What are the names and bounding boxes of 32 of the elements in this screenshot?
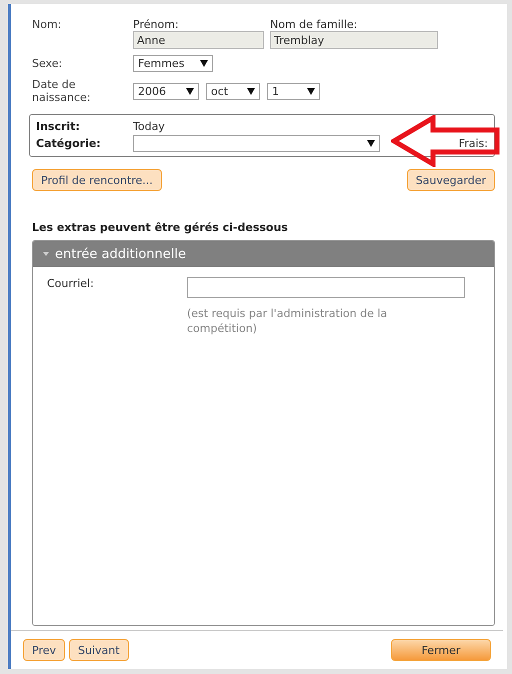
extras-heading: Les extras peuvent être gérés ci-dessous [32, 221, 289, 234]
panel-title: entrée additionnelle [55, 246, 186, 262]
last-name-field[interactable]: Tremblay [270, 31, 438, 49]
caret-icon [186, 88, 194, 94]
year-dropdown[interactable]: 2006 [133, 82, 199, 100]
first-name-field[interactable]: Anne [133, 31, 264, 49]
save-button[interactable]: Sauvegarder [406, 169, 495, 191]
sex-label: Sexe: [32, 57, 64, 70]
previous-button[interactable]: Prev [23, 639, 65, 661]
first-name-label: Prénom: [133, 18, 180, 31]
caret-icon [367, 140, 375, 147]
birth-date-label: Date de naissance: [32, 78, 92, 104]
month-dropdown[interactable]: oct [206, 82, 260, 100]
email-field[interactable] [187, 277, 465, 298]
caret-icon [307, 88, 315, 94]
last-name-label: Nom de famille: [270, 18, 358, 31]
field-hint: (est requis par l'administration de la compétition) [187, 306, 388, 336]
next-button[interactable]: Suivant [69, 639, 129, 661]
day-dropdown[interactable]: 1 [267, 82, 320, 100]
category-label: Catégorie: [36, 137, 102, 150]
profile-button[interactable]: Profil de rencontre... [32, 169, 162, 191]
registered-value: Today [133, 120, 166, 133]
panel-header[interactable]: entrée additionnelle [33, 241, 494, 267]
registered-label: Inscrit: [36, 120, 81, 133]
fee-label: Frais: [458, 137, 488, 150]
category-dropdown[interactable] [133, 135, 380, 152]
caret-icon [200, 60, 208, 67]
sex-dropdown[interactable]: Femmes [133, 55, 213, 72]
email-label: Courriel: [47, 277, 95, 292]
name-label: Nom: [32, 18, 62, 31]
close-button[interactable]: Fermer [391, 639, 491, 661]
caret-icon [247, 88, 255, 94]
